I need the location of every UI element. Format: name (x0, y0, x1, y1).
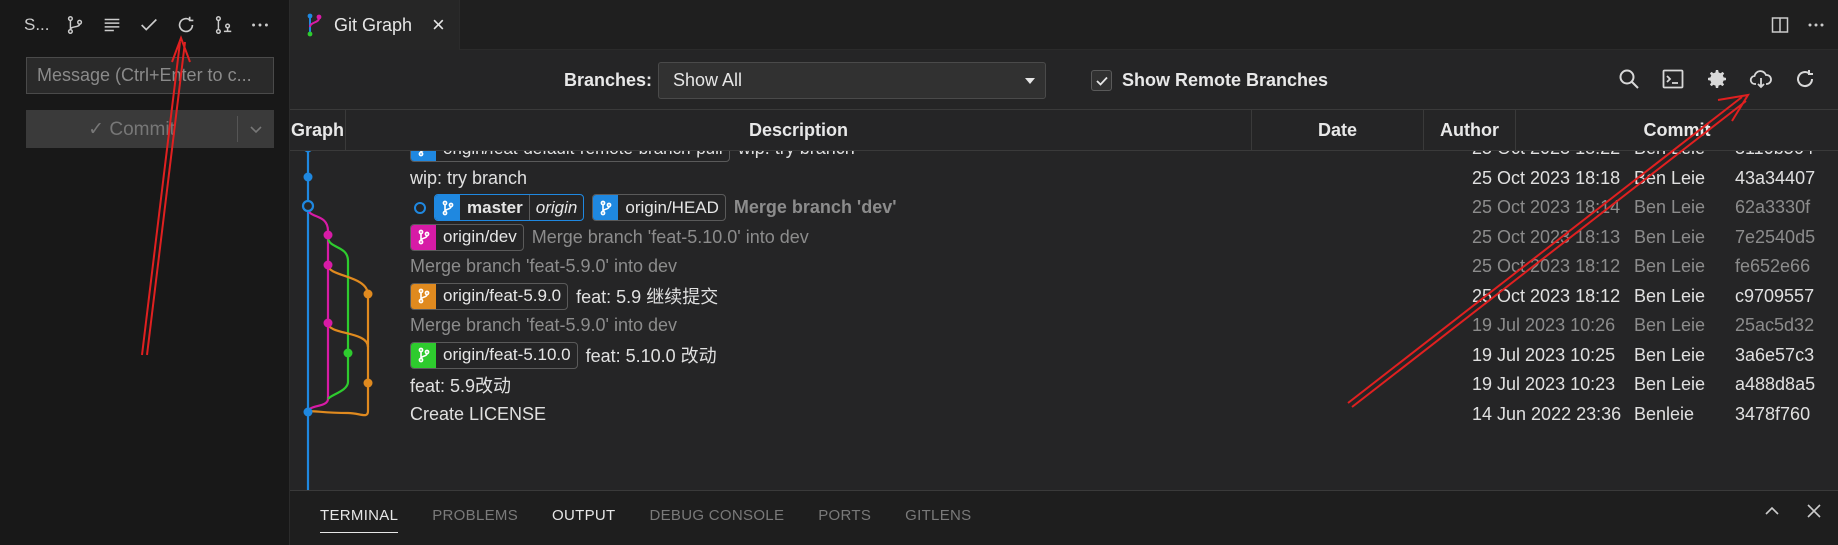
panel-actions (1762, 501, 1824, 521)
branch-name: origin/dev (443, 227, 517, 246)
commit-message: feat: 5.9 继续提交 (576, 287, 719, 307)
commit-message: Merge branch 'feat-5.10.0' into dev (531, 226, 809, 247)
commit-message: Merge branch 'dev' (733, 197, 897, 217)
refresh-icon[interactable] (170, 9, 202, 41)
branch-label[interactable]: origin/HEAD (592, 194, 726, 221)
show-remote-branches-label[interactable]: Show Remote Branches (1122, 70, 1328, 91)
commit-header-label: Commit (1643, 120, 1711, 140)
branch-name: origin/HEAD (625, 197, 719, 217)
branch-icon[interactable] (207, 9, 239, 41)
vscode-window: S... ✓ Commit (0, 0, 1838, 545)
commit-button-group: ✓ Commit (26, 110, 274, 148)
panel-tab-problems[interactable]: PROBLEMS (432, 491, 518, 539)
list-icon[interactable] (96, 9, 128, 41)
date-header-label: Date (1317, 120, 1357, 140)
branch-label[interactable]: origin/feat-5.9.0 (410, 282, 569, 310)
commit-message: feat: 5.9改动 (410, 375, 512, 396)
panel-tab-output[interactable]: OUTPUT (552, 491, 615, 539)
panel-tab-ports[interactable]: PORTS (818, 491, 871, 539)
table-header: Graph Description Date Author Commit (290, 110, 1838, 151)
author-header-label: Author (1440, 120, 1499, 140)
panel-tab-terminal[interactable]: TERMINAL (320, 491, 399, 539)
check-icon (1095, 76, 1108, 86)
more-icon[interactable] (1806, 15, 1826, 35)
branch-label[interactable]: origin/feat-5.10.0 (410, 341, 578, 369)
search-icon[interactable] (1614, 64, 1644, 94)
panel-tab-debug-console[interactable]: DEBUG CONSOLE (649, 491, 784, 539)
check-icon[interactable] (133, 9, 165, 41)
chevron-up-icon[interactable] (1762, 501, 1782, 521)
tab-actions (1770, 0, 1826, 50)
branch-name: master (467, 197, 523, 217)
tab-title: Git Graph (334, 14, 413, 35)
branch-icon (411, 342, 436, 368)
head-indicator-icon (414, 201, 426, 214)
date-column-header[interactable]: Date (1252, 110, 1424, 151)
git-graph-controls: Branches: Show All Show Remote Branches (290, 50, 1838, 110)
refresh-icon[interactable] (1790, 64, 1820, 94)
commit-table-body: origin/feat-default-remote-branch-pull wi… (290, 151, 1838, 490)
author-column-header[interactable]: Author (1424, 110, 1516, 151)
branches-dropdown[interactable]: Show All (658, 62, 1046, 99)
editor-area: Git Graph × Branches: Show All Show Remo… (290, 0, 1838, 545)
graph-header-label: Graph (290, 120, 344, 140)
close-icon[interactable] (1804, 501, 1824, 521)
commit-dropdown-button[interactable] (238, 110, 274, 148)
tab-bar: Git Graph × (290, 0, 1838, 50)
branches-dropdown-value: Show All (673, 70, 743, 90)
chevron-down-icon (250, 126, 262, 134)
branches-label: Branches: (564, 70, 653, 90)
source-control-sidebar: S... ✓ Commit (0, 0, 290, 545)
branch-label[interactable]: master origin (434, 194, 585, 221)
branch-remote: origin (528, 195, 584, 220)
tab-close-button[interactable]: × (432, 14, 445, 36)
description-column-header[interactable]: Description (346, 110, 1252, 151)
commit-column-header[interactable]: Commit (1516, 110, 1838, 151)
branch-icon (593, 195, 619, 220)
commit-message: feat: 5.10.0 改动 (585, 346, 717, 366)
author-cell: Benleie (1634, 403, 1695, 424)
branch-name: origin/feat-default-remote-branch-pull (436, 151, 729, 159)
commit-message: Create LICENSE (410, 403, 547, 424)
description-header-label: Description (748, 120, 849, 140)
description-cell: Create LICENSE (410, 397, 1470, 432)
caret-down-icon (1025, 78, 1035, 84)
branch-name: origin/feat-5.9.0 (443, 286, 562, 305)
commit-message: wip: try branch (410, 167, 528, 188)
graph-actions (1614, 64, 1820, 94)
commit-message: Merge branch 'feat-5.9.0' into dev (410, 256, 678, 276)
graph-column-header[interactable]: Graph (290, 110, 346, 151)
branch-icon (411, 224, 436, 250)
branch-label[interactable]: origin/dev (410, 223, 524, 251)
branch-icon (435, 195, 460, 220)
branch-name: origin/feat-5.10.0 (443, 345, 571, 364)
graph-icon[interactable] (59, 9, 91, 41)
terminal-icon[interactable] (1658, 64, 1688, 94)
commit-button[interactable]: ✓ Commit (26, 110, 237, 148)
panel-tabs: TERMINAL PROBLEMS OUTPUT DEBUG CONSOLE PORTS… (320, 491, 971, 539)
bottom-panel: TERMINAL PROBLEMS OUTPUT DEBUG CONSOLE PORTS… (290, 490, 1838, 545)
table-row[interactable]: Create LICENSE 14 Jun 2022 23:36 Benleie 34… (290, 397, 1838, 432)
show-remote-branches-checkbox[interactable] (1091, 70, 1112, 91)
sidebar-title: S... (24, 15, 50, 34)
branch-icon (411, 283, 436, 309)
gear-icon[interactable] (1702, 64, 1732, 94)
split-editor-icon[interactable] (1770, 15, 1790, 35)
commit-message: wip: try branch (738, 151, 855, 159)
date-cell: 14 Jun 2022 23:36 (1472, 403, 1622, 424)
cloud-download-icon[interactable] (1746, 64, 1776, 94)
sidebar-toolbar: S... (0, 0, 290, 50)
panel-tab-gitlens[interactable]: GITLENS (905, 491, 971, 539)
commit-message-input[interactable] (26, 57, 274, 94)
tab-git-graph[interactable]: Git Graph × (290, 0, 460, 50)
commit-message: Merge branch 'feat-5.9.0' into dev (410, 315, 678, 335)
commit-hash-cell: 3478f760 (1735, 403, 1811, 424)
more-icon[interactable] (244, 9, 276, 41)
git-graph-icon (307, 13, 322, 37)
